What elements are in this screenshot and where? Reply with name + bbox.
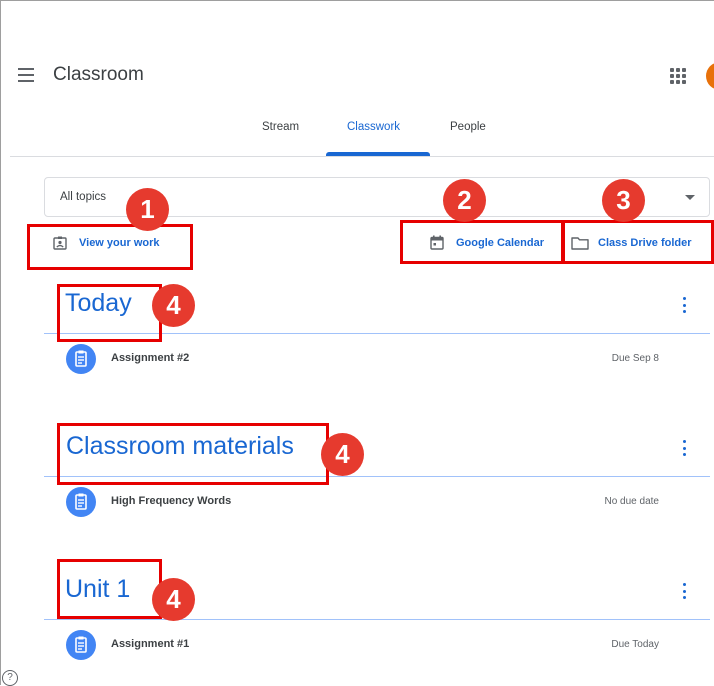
annotation-box-view-work bbox=[27, 224, 193, 270]
topic-divider bbox=[44, 619, 710, 620]
annotation-badge-1: 1 bbox=[126, 188, 169, 231]
frame-border-top bbox=[0, 0, 714, 1]
annotation-badge-4-unit: 4 bbox=[152, 578, 195, 621]
hamburger-menu-icon[interactable] bbox=[18, 68, 36, 82]
assignment-icon bbox=[66, 344, 96, 374]
item-title-assignment-1[interactable]: Assignment #1 bbox=[111, 638, 189, 650]
annotation-box-unit-1 bbox=[57, 559, 162, 619]
annotation-box-google-calendar bbox=[400, 220, 564, 264]
topics-select-value: All topics bbox=[60, 191, 107, 203]
assignment-icon bbox=[66, 487, 96, 517]
annotation-badge-2: 2 bbox=[443, 179, 486, 222]
annotation-badge-3: 3 bbox=[602, 179, 645, 222]
item-title-assignment-2[interactable]: Assignment #2 bbox=[111, 352, 189, 364]
dropdown-arrow-icon bbox=[685, 195, 695, 200]
annotation-badge-4-materials: 4 bbox=[321, 433, 364, 476]
avatar[interactable] bbox=[706, 62, 714, 90]
more-vert-icon[interactable] bbox=[682, 583, 686, 599]
annotation-badge-4-today: 4 bbox=[152, 284, 195, 327]
tabs-divider bbox=[10, 156, 714, 157]
frame-border-left bbox=[0, 0, 1, 685]
more-vert-icon[interactable] bbox=[682, 440, 686, 456]
annotation-box-classroom-materials bbox=[57, 423, 329, 485]
item-due-date: Due Sep 8 bbox=[611, 353, 659, 364]
tab-people[interactable]: People bbox=[450, 121, 486, 133]
assignment-icon bbox=[66, 630, 96, 660]
apps-grid-icon[interactable] bbox=[670, 68, 686, 84]
item-title-high-frequency-words[interactable]: High Frequency Words bbox=[111, 495, 231, 507]
more-vert-icon[interactable] bbox=[682, 297, 686, 313]
tab-stream[interactable]: Stream bbox=[262, 121, 299, 133]
item-due-date: No due date bbox=[604, 496, 660, 507]
help-icon[interactable]: ? bbox=[2, 670, 18, 686]
tab-classwork[interactable]: Classwork bbox=[347, 121, 400, 133]
app-title: Classroom bbox=[53, 64, 144, 85]
item-due-date: Due Today bbox=[611, 639, 659, 650]
annotation-box-drive-folder bbox=[562, 220, 714, 264]
annotation-box-today bbox=[57, 284, 162, 342]
